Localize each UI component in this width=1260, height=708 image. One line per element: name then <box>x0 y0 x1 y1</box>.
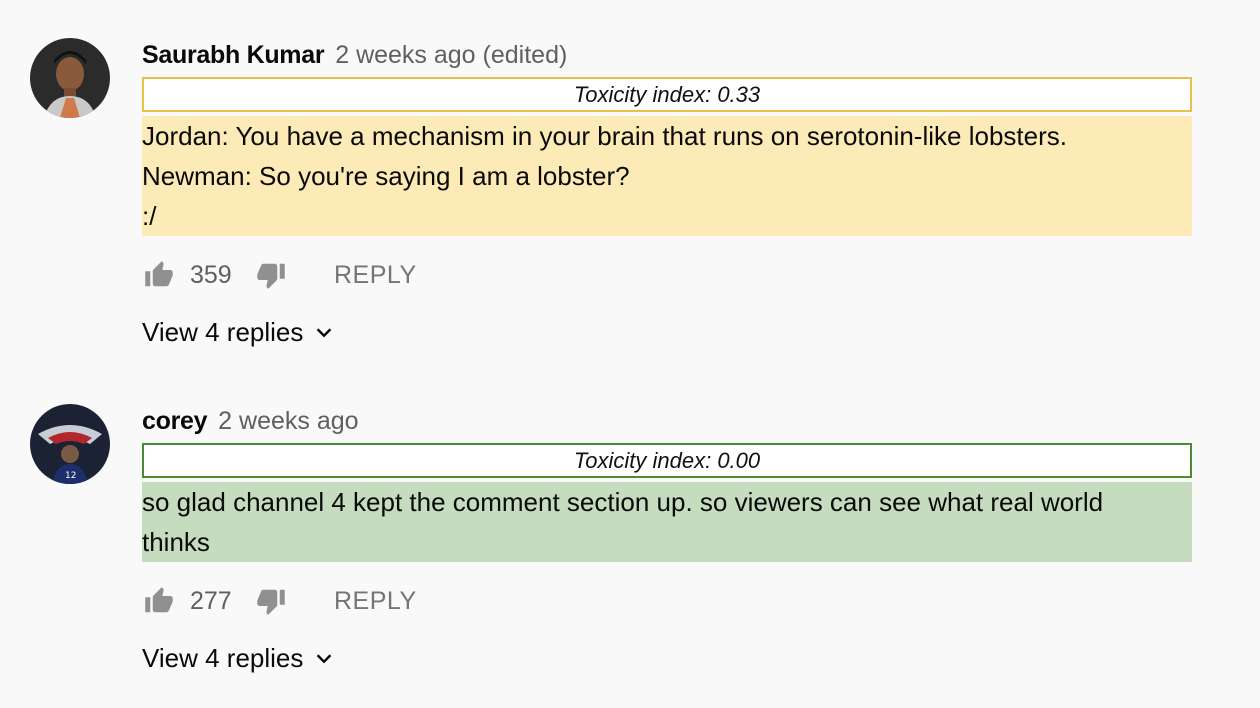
toxicity-label: Toxicity index: 0.33 <box>142 77 1192 112</box>
thumbs-down-icon[interactable] <box>254 584 288 618</box>
chevron-down-icon <box>313 647 335 669</box>
comment-line: thinks <box>142 527 210 557</box>
view-replies-button[interactable]: View 4 replies <box>142 314 335 350</box>
comment-timestamp[interactable]: 2 weeks ago <box>218 407 358 435</box>
svg-text:12: 12 <box>65 471 76 481</box>
view-replies-label: View 4 replies <box>142 316 304 347</box>
comment-line: Newman: So you're saying I am a lobster? <box>142 161 630 191</box>
chevron-down-icon <box>313 321 335 343</box>
comment-actions: 277 REPLY <box>142 581 417 621</box>
view-replies-label: View 4 replies <box>142 642 304 673</box>
reply-button[interactable]: REPLY <box>334 261 417 290</box>
thumbs-up-icon[interactable] <box>142 584 176 618</box>
author-name[interactable]: corey <box>142 407 208 435</box>
comment-actions: 359 REPLY <box>142 255 417 295</box>
thumbs-up-icon[interactable] <box>142 258 176 292</box>
reply-button[interactable]: REPLY <box>334 587 417 616</box>
like-count: 359 <box>190 260 232 289</box>
avatar[interactable] <box>30 38 110 118</box>
comment-timestamp[interactable]: 2 weeks ago (edited) <box>335 41 567 69</box>
view-replies-button[interactable]: View 4 replies <box>142 640 335 676</box>
author-name[interactable]: Saurabh Kumar <box>142 41 325 69</box>
thumbs-down-icon[interactable] <box>254 258 288 292</box>
comment-header: corey 2 weeks ago <box>142 406 359 436</box>
comment-line: :/ <box>142 201 157 231</box>
comment-line: Jordan: You have a mechanism in your bra… <box>142 121 1067 151</box>
comment-body: so glad channel 4 kept the comment secti… <box>142 482 1192 562</box>
avatar[interactable]: 12 <box>30 404 110 484</box>
toxicity-label: Toxicity index: 0.00 <box>142 443 1192 478</box>
like-count: 277 <box>190 586 232 615</box>
comment-body: Jordan: You have a mechanism in your bra… <box>142 116 1192 236</box>
comment-header: Saurabh Kumar 2 weeks ago (edited) <box>142 40 567 70</box>
comment-line: so glad channel 4 kept the comment secti… <box>142 487 1104 517</box>
